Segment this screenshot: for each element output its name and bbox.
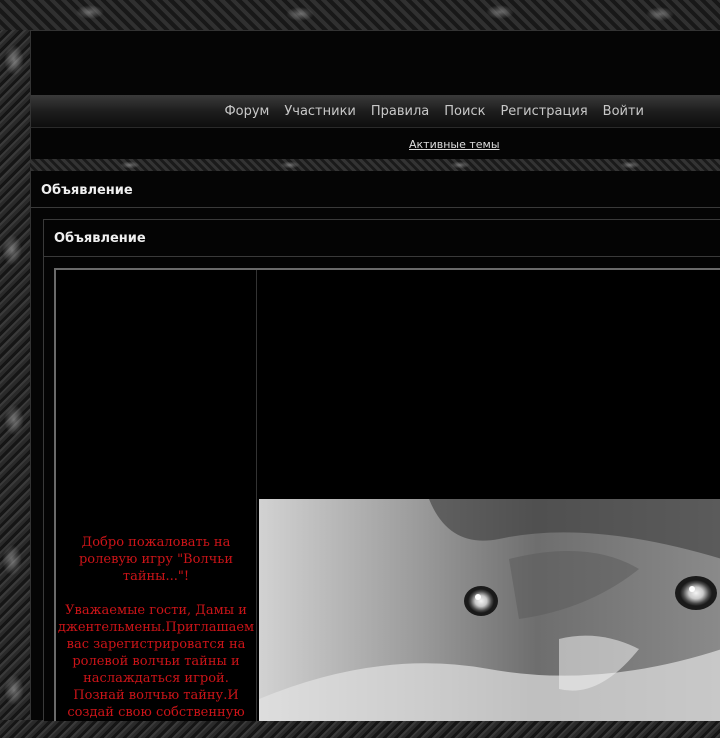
announcement-content: Добро пожаловать на ролевую игру "Волчьи… <box>54 268 720 721</box>
main-navigation: Форум Участники Правила Поиск Регистраци… <box>30 95 720 127</box>
nav-users[interactable]: Участники <box>284 104 356 119</box>
forum-wrapper: Форум Участники Правила Поиск Регистраци… <box>30 30 720 721</box>
greeting-text: Добро пожаловать на ролевую игру "Волчьи… <box>78 535 234 584</box>
panel-title: Объявление <box>54 231 146 246</box>
top-decor-strip <box>0 0 720 30</box>
announcement-text-column: Добро пожаловать на ролевую игру "Волчьи… <box>56 270 257 721</box>
nav-register[interactable]: Регистрация <box>500 104 587 119</box>
active-topics-link[interactable]: Активные темы <box>409 138 500 151</box>
section-divider <box>31 207 720 208</box>
welcome-text: Добро пожаловать на ролевую игру "Волчьи… <box>56 534 256 738</box>
wolf-left-eye <box>464 586 498 616</box>
nav-forum[interactable]: Форум <box>224 104 269 119</box>
nav-login[interactable]: Войти <box>603 104 644 119</box>
invitation-text: Уважаемые гости, Дамы и джентельмены.При… <box>57 603 255 720</box>
sub-navigation: Активные темы <box>30 127 720 160</box>
announcement-panel: Объявление Добро пожаловать на ролевую и… <box>43 219 720 721</box>
nav-search[interactable]: Поиск <box>444 104 485 119</box>
section-title: Объявление <box>41 183 133 198</box>
wolf-face-image <box>259 499 720 721</box>
forum-header <box>30 30 720 96</box>
wolf-right-eye <box>675 576 717 610</box>
panel-divider <box>44 256 720 257</box>
middle-decor-strip <box>30 159 720 171</box>
nav-rules[interactable]: Правила <box>371 104 429 119</box>
announcement-section: Объявление Объявление Добро пожаловать н… <box>30 171 720 721</box>
